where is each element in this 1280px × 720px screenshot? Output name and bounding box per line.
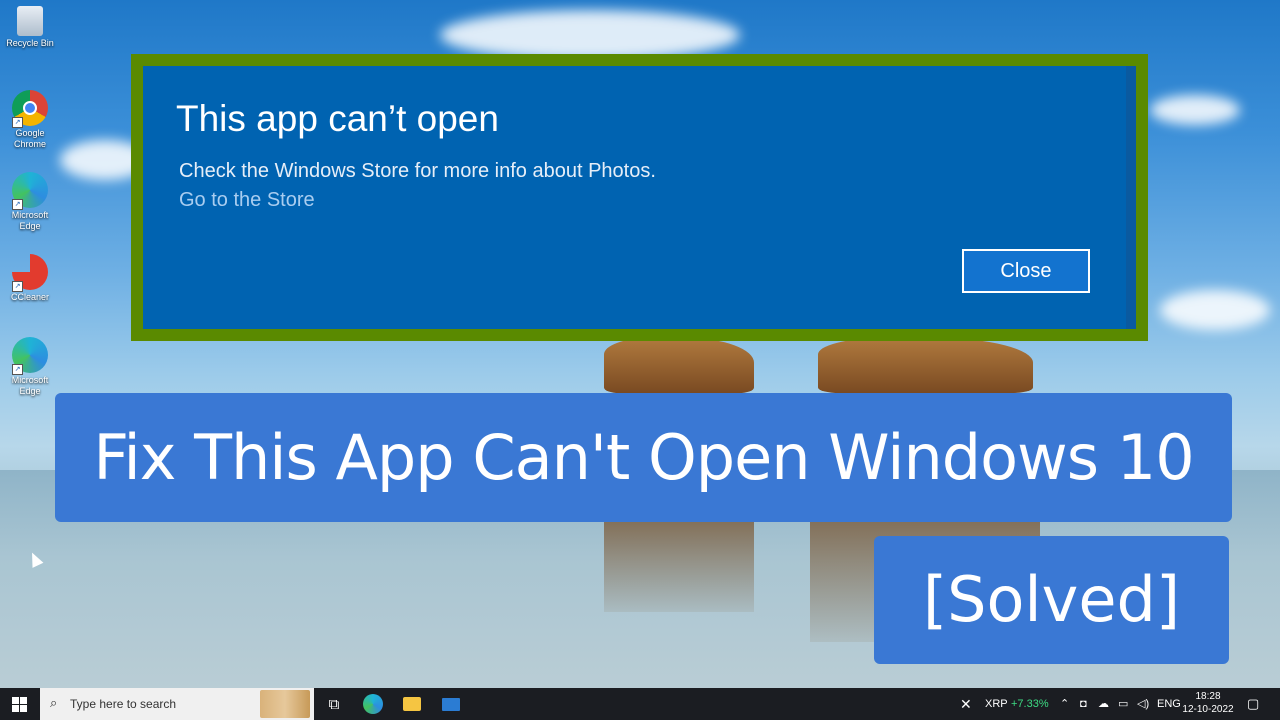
onedrive-icon[interactable]: ☁ <box>1098 688 1109 720</box>
clock[interactable]: 18:28 12-10-2022 <box>1182 690 1234 716</box>
notification-icon[interactable]: ▢ <box>1247 688 1259 720</box>
meet-icon[interactable]: ◘ <box>1080 688 1087 720</box>
edge-icon: ↗ <box>12 172 48 210</box>
desktop-icon-label: Microsoft Edge <box>11 375 49 396</box>
clock-time: 18:28 <box>1195 691 1221 702</box>
search-highlight-image <box>260 690 310 718</box>
cloud <box>440 10 740 60</box>
start-button[interactable] <box>0 688 40 720</box>
cloud <box>1160 290 1270 330</box>
file-explorer-icon[interactable] <box>402 694 422 714</box>
desktop-icon-label: Google Chrome <box>13 128 46 149</box>
close-button[interactable]: Close <box>962 249 1090 293</box>
clock-date: 12-10-2022 <box>1182 704 1234 715</box>
title-banner: Fix This App Can't Open Windows 10 <box>55 393 1232 522</box>
close-icon[interactable]: ✕ <box>960 688 972 720</box>
dialog-title: This app can’t open <box>176 98 499 139</box>
recycle-bin-icon <box>17 6 43 36</box>
dialog-message: Check the Windows Store for more info ab… <box>179 160 656 182</box>
rock-reflection <box>604 522 754 612</box>
desktop-icon-label: CCleaner <box>10 292 50 302</box>
language-indicator[interactable]: ENG <box>1157 688 1181 720</box>
desktop-icon-label: Microsoft Edge <box>11 210 49 231</box>
desktop-icon-edge[interactable]: ↗ Microsoft Edge <box>4 172 56 232</box>
ticker-symbol: XRP <box>985 698 1008 710</box>
show-hidden-icons-icon[interactable]: ⌃ <box>1060 688 1069 720</box>
dialog-edge <box>1126 66 1136 329</box>
app-error-dialog: This app can’t open Check the Windows St… <box>143 66 1136 329</box>
edge-icon[interactable] <box>363 694 383 714</box>
desktop-icon-label: Recycle Bin <box>6 38 54 48</box>
taskbar: ⌕ Type here to search ⧉ ✕ XRP +7.33% ⌃ ◘… <box>0 688 1280 720</box>
dialog-highlight-frame: This app can’t open Check the Windows St… <box>131 54 1148 341</box>
desktop-icon-ccleaner[interactable]: ↗ CCleaner <box>4 254 56 303</box>
ccleaner-icon: ↗ <box>12 254 48 292</box>
chrome-icon: ↗ <box>12 90 48 128</box>
volume-icon[interactable]: ◁) <box>1137 688 1149 720</box>
task-view-icon[interactable]: ⧉ <box>324 694 344 714</box>
rock <box>604 338 754 393</box>
ticker-change: +7.33% <box>1011 698 1049 710</box>
rock <box>818 338 1033 393</box>
search-placeholder: Type here to search <box>70 697 177 711</box>
desktop-icon-edge[interactable]: ↗ Microsoft Edge <box>4 337 56 397</box>
edge-icon: ↗ <box>12 337 48 375</box>
mail-icon[interactable] <box>441 694 461 714</box>
search-icon: ⌕ <box>50 696 58 711</box>
taskbar-search-box[interactable]: ⌕ Type here to search <box>40 688 314 720</box>
go-to-store-link[interactable]: Go to the Store <box>179 189 315 212</box>
network-icon[interactable]: ▭ <box>1118 688 1128 720</box>
solved-banner: [Solved] <box>874 536 1229 664</box>
desktop-icon-recycle-bin[interactable]: Recycle Bin <box>4 6 56 49</box>
cloud <box>1150 95 1240 125</box>
desktop-icon-chrome[interactable]: ↗ Google Chrome <box>4 90 56 150</box>
